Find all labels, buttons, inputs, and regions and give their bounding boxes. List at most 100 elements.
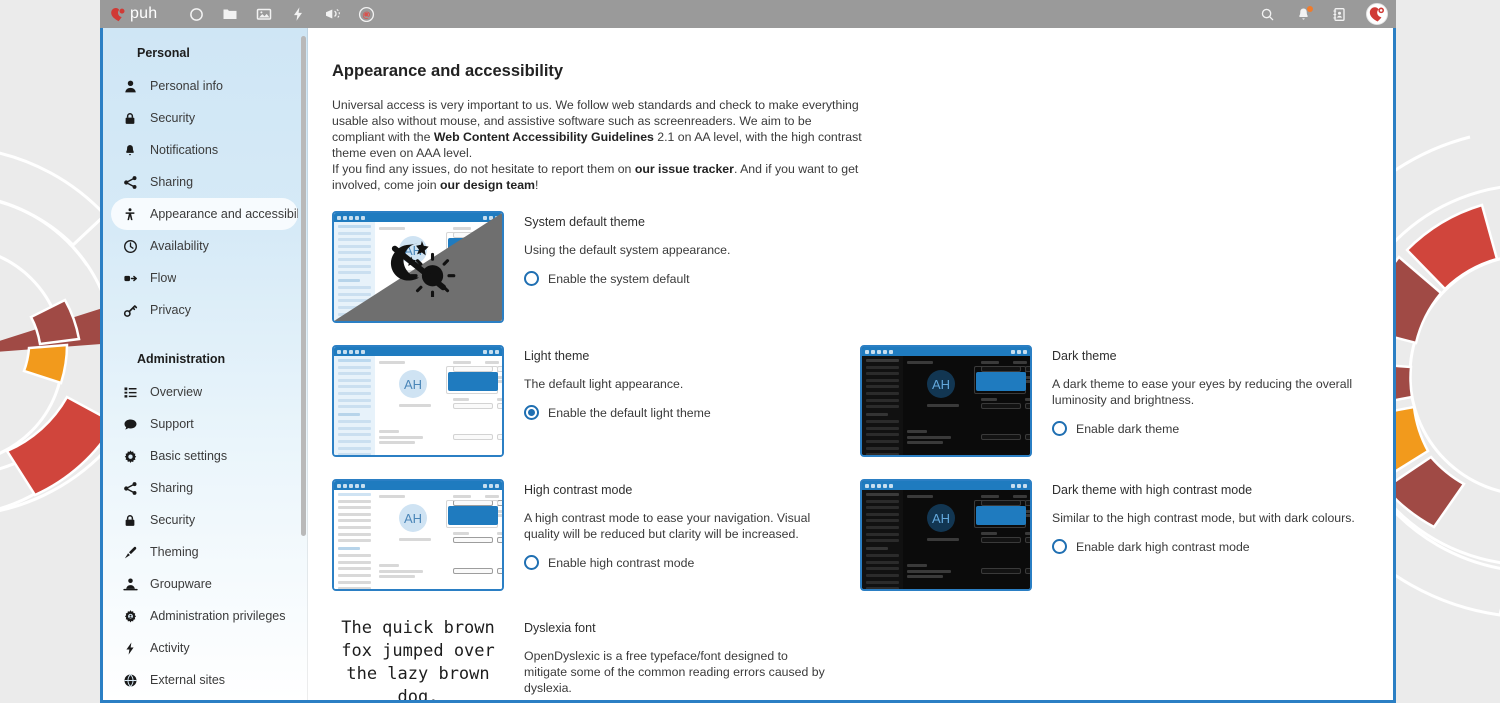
preview-sidebar-line [338, 453, 371, 455]
sidebar-item-personal-info[interactable]: Personal info [111, 70, 298, 102]
sidebar-item-label: Personal info [150, 79, 223, 93]
flow-icon [122, 270, 138, 286]
wcag-link[interactable]: Web Content Accessibility Guidelines [434, 130, 654, 144]
sidebar-item-sharing[interactable]: Sharing [111, 166, 298, 198]
theme-radio-dark-high-contrast[interactable] [1052, 539, 1067, 554]
sidebar-item-overview[interactable]: Overview [111, 376, 298, 408]
theme-info-dark: Dark theme A dark theme to ease your eyes… [1052, 345, 1362, 436]
sidebar-item-label: Activity [150, 641, 190, 655]
files-folder-icon[interactable] [213, 0, 247, 28]
theme-radio-row[interactable]: Enable dark theme [1052, 421, 1362, 436]
preview-sidebar-line [866, 372, 899, 376]
sidebar-item-groupware[interactable]: Groupware [111, 568, 298, 600]
bell-icon [122, 142, 138, 158]
preview-sidebar-line [338, 580, 371, 584]
grid-spacer [860, 211, 1393, 345]
preview-topbar [334, 213, 502, 222]
sidebar-group-personal: Personal info Security Notifications Sharin… [103, 70, 308, 326]
preview-sidebar-line [338, 439, 371, 443]
app-nav-icons [179, 0, 383, 28]
theme-radio-row[interactable]: Enable the default light theme [524, 405, 711, 420]
preview-sidebar-line [338, 372, 371, 376]
photos-image-icon[interactable] [247, 0, 281, 28]
notifications-bell-icon[interactable] [1286, 0, 1320, 28]
preview-sidebar [334, 356, 375, 455]
sidebar-item-flow[interactable]: Flow [111, 262, 298, 294]
preview-sidebar-line [866, 519, 899, 523]
sidebar-item-security[interactable]: Security [111, 504, 298, 536]
preview-sidebar-line [866, 433, 899, 437]
design-team-link[interactable]: our design team [440, 178, 535, 192]
theme-radio-row[interactable]: Enable the system default [524, 271, 730, 286]
announcements-megaphone-icon[interactable] [315, 0, 349, 28]
sidebar-item-administration-privileges[interactable]: Administration privileges [111, 600, 298, 632]
preview-sidebar-line [866, 420, 899, 424]
theme-radio-row[interactable]: Enable dark high contrast mode [1052, 539, 1355, 554]
intro-p2-a: If you find any issues, do not hesitate … [332, 162, 635, 176]
theme-preview-system-default[interactable]: AH [332, 211, 504, 323]
sidebar-item-basic-settings[interactable]: Basic settings [111, 440, 298, 472]
issue-tracker-link[interactable]: our issue tracker [635, 162, 734, 176]
theme-description: A dark theme to ease your eyes by reduci… [1052, 377, 1353, 407]
theme-radio-label: Enable high contrast mode [548, 555, 695, 570]
sidebar-item-notifications[interactable]: Notifications [111, 696, 298, 700]
theme-preview-mock: AH [862, 481, 1030, 589]
sidebar-group-title-personal: Personal [137, 46, 190, 60]
theme-option-high-contrast: AH High contrast mode A high contrast mode… [332, 479, 860, 613]
theme-radio-row[interactable]: Enable high contrast mode [524, 555, 834, 570]
preview-sidebar-heading [338, 413, 361, 417]
intro-text: Universal access is very important to us… [332, 97, 862, 193]
preview-sidebar-line [338, 225, 371, 228]
preview-sidebar-line [338, 525, 371, 529]
sidebar-item-label: Support [150, 417, 194, 431]
preview-sidebar-line [866, 580, 899, 584]
sidebar-scrollbar[interactable] [301, 36, 306, 536]
preview-sidebar-line [866, 365, 899, 369]
preview-sidebar-line [338, 554, 371, 558]
preview-sidebar-line [338, 378, 371, 382]
sidebar-item-sharing[interactable]: Sharing [111, 472, 298, 504]
dyslexia-title: Dyslexia font [524, 621, 596, 635]
theme-radio-dark[interactable] [1052, 421, 1067, 436]
activity-bolt-icon[interactable] [281, 0, 315, 28]
user-avatar[interactable] [1366, 3, 1388, 25]
search-icon[interactable] [1250, 0, 1284, 28]
sidebar-item-privacy[interactable]: Privacy [111, 294, 298, 326]
theme-title: Dark theme [1052, 349, 1117, 363]
app-logo[interactable]: puh [110, 6, 157, 23]
sidebar-item-appearance-and-accessibility[interactable]: Appearance and accessibility [111, 198, 298, 230]
sidebar-item-security[interactable]: Security [111, 102, 298, 134]
sidebar-item-notifications[interactable]: Notifications [111, 134, 298, 166]
dashboard-circle-icon[interactable] [179, 0, 213, 28]
preview-sidebar-line [338, 271, 371, 275]
theme-radio-system-default[interactable] [524, 271, 539, 286]
puh-heart-logo-icon [110, 6, 127, 23]
theme-preview-high-contrast[interactable]: AH [332, 479, 504, 591]
preview-sidebar-line [338, 506, 371, 510]
contacts-icon[interactable] [1322, 0, 1356, 28]
app-logo-text: puh [130, 5, 158, 22]
theme-radio-light[interactable] [524, 405, 539, 420]
sidebar-item-support[interactable]: Support [111, 408, 298, 440]
sidebar-item-availability[interactable]: Availability [111, 230, 298, 262]
theme-preview-dark-high-contrast[interactable]: AH [860, 479, 1032, 591]
preview-sidebar-line [866, 385, 899, 389]
preview-sidebar-line [338, 365, 371, 369]
preview-sidebar-line [866, 398, 899, 402]
theme-options-grid: AH System default theme Using the default … [332, 211, 1393, 613]
sidebar-item-theming[interactable]: Theming [111, 536, 298, 568]
theme-radio-high-contrast[interactable] [524, 555, 539, 570]
preview-sidebar-line [338, 238, 371, 242]
theme-info-high-contrast: High contrast mode A high contrast mode t… [524, 479, 834, 570]
list-icon [122, 384, 138, 400]
preview-sidebar-line [338, 426, 371, 430]
circles-at-icon[interactable] [349, 0, 383, 28]
sidebar-item-external-sites[interactable]: External sites [111, 664, 298, 696]
theme-preview-dark[interactable]: AH [860, 345, 1032, 457]
theme-title: High contrast mode [524, 483, 633, 497]
sidebar-item-activity[interactable]: Activity [111, 632, 298, 664]
notification-badge-dot [1307, 6, 1313, 12]
preview-sidebar-line [338, 405, 371, 409]
preview-sidebar-line [866, 426, 899, 430]
theme-preview-light[interactable]: AH [332, 345, 504, 457]
